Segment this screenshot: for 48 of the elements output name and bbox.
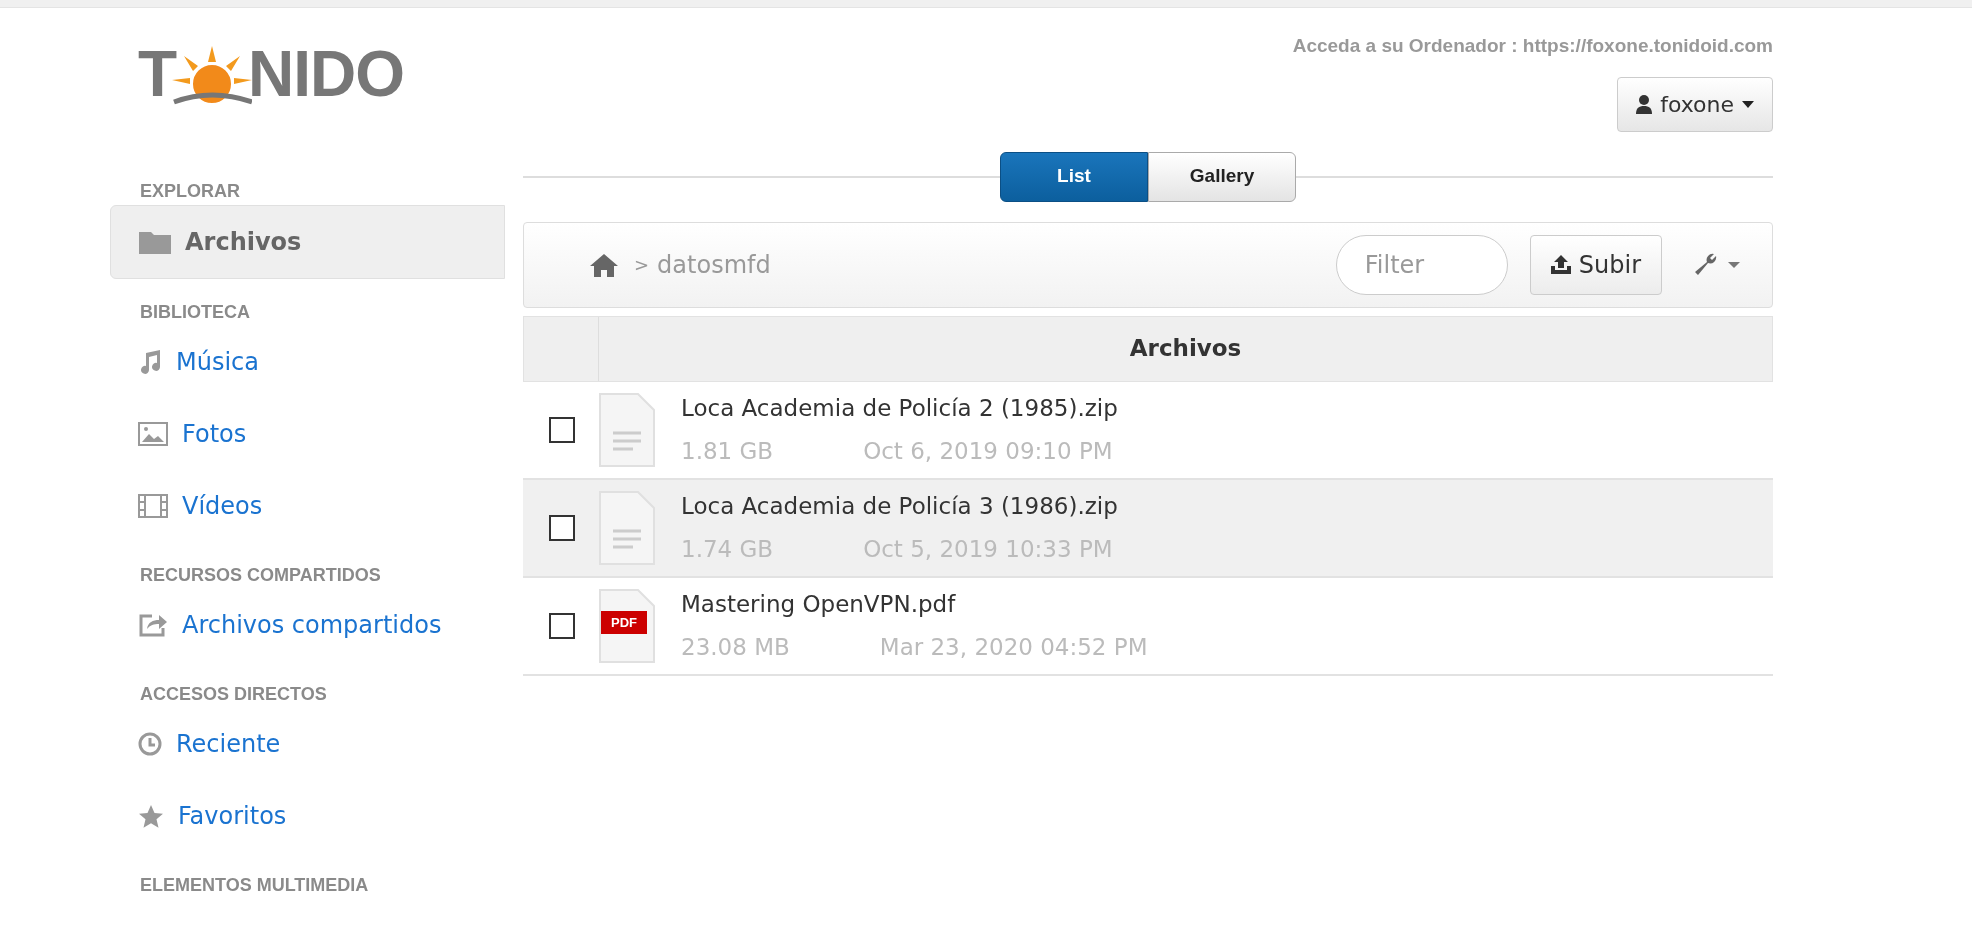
sidebar-item[interactable]: Archivos: [110, 205, 505, 279]
view-tab[interactable]: Gallery: [1148, 151, 1296, 202]
document-icon: [599, 490, 657, 565]
clock-icon: [138, 732, 162, 756]
wrench-icon: [1694, 252, 1718, 277]
file-size: 1.81 GB: [681, 436, 774, 466]
film-icon: [138, 494, 168, 518]
access-url-text: Acceda a su Ordenador : https://foxone.tonidoid.com: [1291, 34, 1773, 58]
user-menu-button[interactable]: foxone: [1617, 76, 1773, 132]
sidebar-item[interactable]: Música: [110, 326, 505, 398]
document-icon: [599, 392, 657, 467]
upload-button[interactable]: Subir: [1529, 234, 1662, 295]
file-date: Mar 23, 2020 04:52 PM: [879, 632, 1148, 662]
home-icon: [590, 252, 618, 277]
file-row[interactable]: PDF Mastering OpenVPN.pdf 23.08 MB Mar 23, 2020 04:52 PM: [523, 577, 1773, 676]
sidebar-item[interactable]: Vídeos: [110, 470, 505, 542]
section-heading: BIBLIOTECA: [139, 301, 251, 324]
file-name[interactable]: Loca Academia de Policía 2 (1985).zip: [681, 391, 1118, 426]
image-icon: [138, 422, 168, 446]
breadcrumb-separator: >: [634, 253, 650, 277]
file-date: Oct 6, 2019 09:10 PM: [863, 436, 1113, 466]
view-tab[interactable]: List: [1000, 151, 1148, 202]
section-heading: ELEMENTOS MULTIMEDIA: [139, 874, 370, 897]
sidebar-item[interactable]: Fotos: [110, 398, 505, 470]
caret-icon: [1742, 100, 1754, 108]
pdf-file-icon: PDF: [599, 588, 657, 663]
file-name[interactable]: Loca Academia de Policía 3 (1986).zip: [681, 489, 1118, 524]
star-icon: [138, 803, 164, 829]
section-heading: ACCESOS DIRECTOS: [139, 683, 328, 706]
checkbox[interactable]: [549, 612, 575, 639]
file-size: 23.08 MB: [681, 632, 790, 662]
upload-icon: [1550, 255, 1571, 274]
checkbox[interactable]: [549, 416, 575, 443]
sidebar-item[interactable]: Favoritos: [110, 780, 505, 852]
folder-icon: [139, 229, 171, 255]
section-heading: RECURSOS COMPARTIDOS: [139, 564, 382, 587]
section-heading: EXPLORAR: [139, 180, 241, 203]
user-icon: [1636, 94, 1653, 114]
file-name[interactable]: Mastering OpenVPN.pdf: [681, 587, 1148, 622]
sidebar-item[interactable]: Archivos compartidos: [110, 589, 505, 661]
music-note-icon: [138, 350, 162, 374]
caret-icon: [1728, 261, 1740, 268]
checkbox[interactable]: [549, 514, 575, 541]
sidebar-item[interactable]: Reciente: [110, 708, 505, 780]
filter-field[interactable]: Filter: [1335, 234, 1508, 295]
share-icon: [138, 612, 168, 638]
logo: T NIDO: [138, 42, 405, 106]
column-header: Archivos: [1128, 334, 1243, 364]
